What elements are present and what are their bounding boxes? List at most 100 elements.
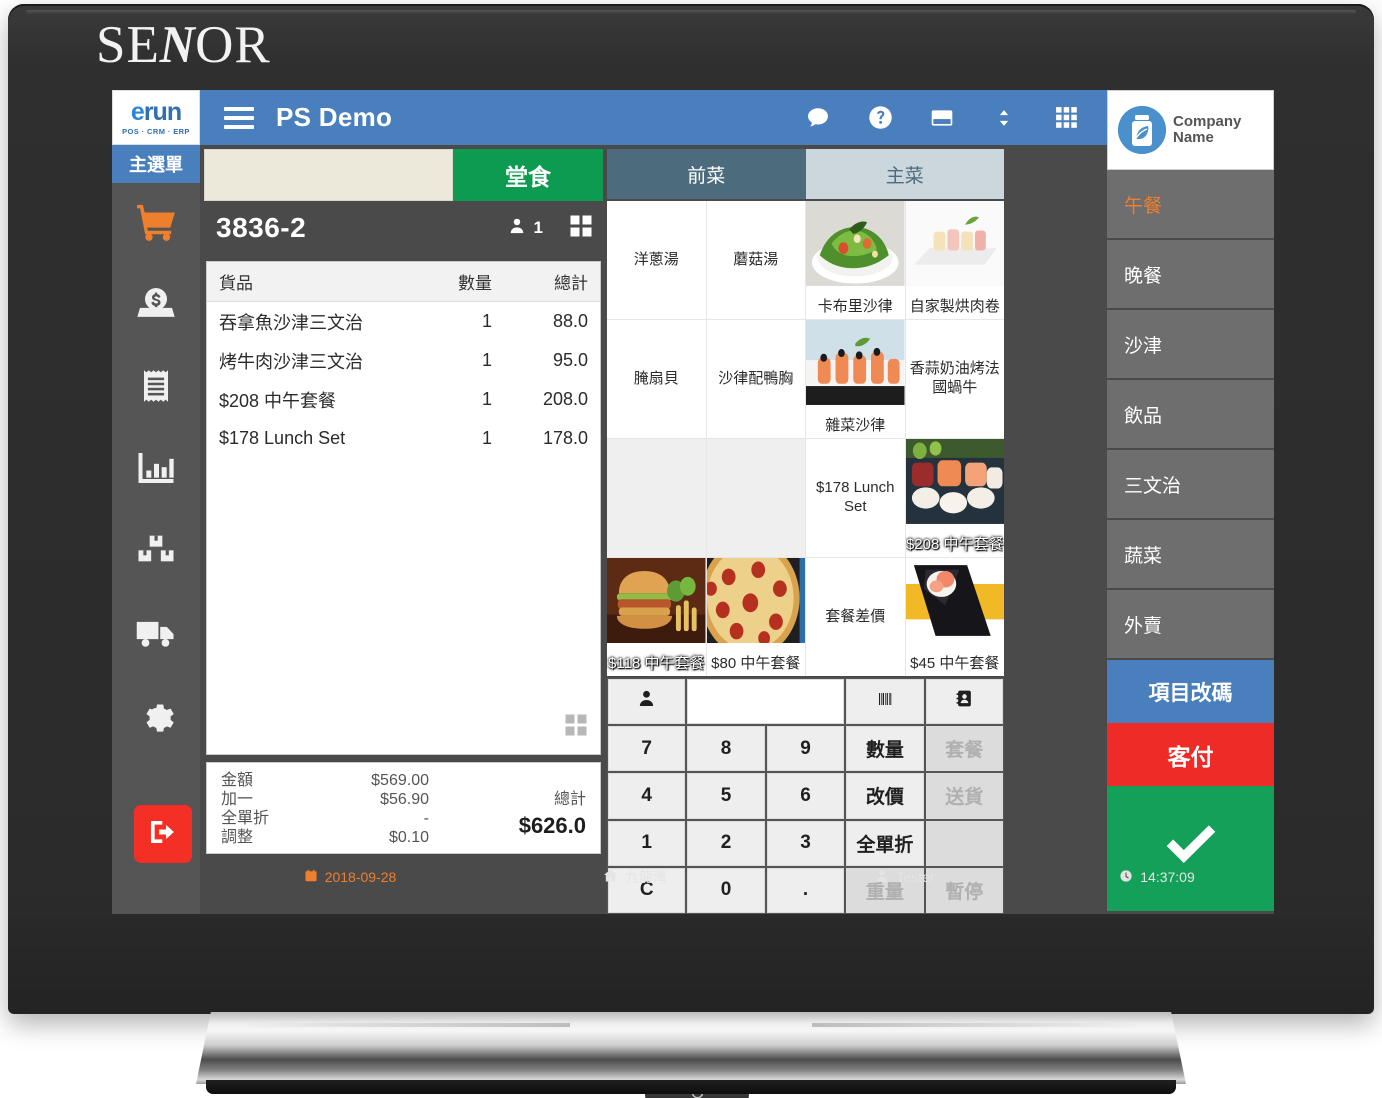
menu-item[interactable]: 蘑菇湯	[706, 201, 805, 319]
keypad-key-8[interactable]: 8	[687, 726, 765, 772]
nav-receipt-item[interactable]	[112, 347, 200, 429]
rail-item-drinks[interactable]: 飲品	[1107, 380, 1274, 450]
nav-cart-item[interactable]	[112, 183, 200, 265]
menu-item[interactable]: $80 中午套餐	[706, 558, 805, 676]
rail-item-takeaway[interactable]: 外賣	[1107, 590, 1274, 660]
menu-item-label: 雜菜沙律	[825, 417, 886, 435]
erun-wordmark: erun	[131, 99, 182, 125]
erun-logo[interactable]: erun POS · CRM · ERP	[112, 90, 200, 145]
person-icon	[508, 217, 526, 240]
menu-item[interactable]: $118 中午套餐	[607, 558, 706, 676]
nav-inventory-item[interactable]	[112, 511, 200, 593]
totals-row-discount: 全單折 -	[221, 809, 429, 828]
rail-item-lunch[interactable]: 午餐	[1107, 170, 1274, 240]
window-icon[interactable]	[927, 103, 957, 133]
guest-count[interactable]: 1	[508, 217, 543, 240]
menu-area: 前菜 主菜 洋蔥湯 蘑菇湯 卡布里沙律 自家製烘肉卷 腌扇貝 沙律配鴨胸 雜菜沙…	[607, 145, 1004, 914]
menu-item[interactable]: 卡布里沙律	[806, 201, 905, 319]
keypad-set-meal-button: 套餐	[925, 726, 1003, 772]
menu-item-thumbnail-temaki	[905, 558, 1004, 643]
menu-item[interactable]: 洋蔥湯	[607, 201, 706, 319]
status-user: Tester	[770, 869, 1040, 886]
menu-tab-bar: 前菜 主菜	[607, 145, 1004, 199]
table-row[interactable]: 吞拿魚沙津三文治 1 88.0	[207, 302, 600, 341]
company-name-line1: Company	[1173, 113, 1242, 131]
keypad-input-field[interactable]	[687, 679, 845, 725]
tab-dine-in[interactable]: 堂食	[453, 149, 603, 201]
keypad-change-price-button[interactable]: 改價	[846, 773, 924, 819]
menu-item-label: 卡布里沙律	[817, 298, 893, 316]
keypad-key-6[interactable]: 6	[766, 773, 845, 819]
customer-pay-button[interactable]: 客付	[1107, 723, 1274, 786]
keypad-address-book-button[interactable]	[925, 679, 1003, 725]
status-time: 14:37:09	[1040, 869, 1274, 886]
keypad-key-4[interactable]: 4	[608, 773, 686, 819]
totals-value-adjust: $0.10	[388, 829, 429, 846]
nav-delivery-item[interactable]	[112, 593, 200, 675]
nav-settings-item[interactable]	[112, 675, 200, 757]
senor-brand-logo: SE N OR	[96, 14, 356, 76]
rail-item-sandwich[interactable]: 三文治	[1107, 450, 1274, 520]
tab-appetizer[interactable]: 前菜	[607, 149, 806, 199]
totals-label-discount: 全單折	[221, 810, 270, 827]
keypad-quantity-button[interactable]: 數量	[846, 726, 924, 772]
item-recode-button[interactable]: 項目改碼	[1107, 660, 1274, 723]
status-time-value: 14:37:09	[1140, 869, 1195, 885]
menu-item[interactable]: 香蒜奶油烤法國蝸牛	[905, 320, 1004, 438]
menu-item[interactable]: $178 Lunch Set	[806, 439, 905, 557]
table-row[interactable]: $178 Lunch Set 1 178.0	[207, 419, 600, 458]
order-list-grid-icon[interactable]	[564, 713, 588, 742]
order-item-name: 烤牛肉沙津三文治	[219, 351, 363, 372]
order-item-qty: 1	[481, 311, 492, 331]
menu-item[interactable]: $45 中午套餐	[905, 558, 1004, 676]
menu-item-label: 自家製烘肉卷	[909, 298, 1000, 316]
order-item-total: 88.0	[552, 311, 588, 331]
company-name: Company Name	[1173, 114, 1241, 146]
menu-item-label: 香蒜奶油烤法國蝸牛	[909, 360, 1000, 396]
rail-item-dinner[interactable]: 晚餐	[1107, 240, 1274, 310]
tab-main-course[interactable]: 主菜	[805, 149, 1004, 199]
order-view-toggle-icon[interactable]	[569, 214, 593, 243]
keypad-customer-button[interactable]	[608, 679, 686, 725]
order-name-field[interactable]	[204, 149, 453, 201]
hamburger-menu-icon[interactable]	[224, 106, 254, 129]
menu-item-label: $80 中午套餐	[711, 655, 801, 673]
keypad-key-7[interactable]: 7	[608, 726, 686, 772]
totals-row-service: 加一 $56.90	[221, 790, 429, 809]
menu-item[interactable]: 雜菜沙律	[806, 320, 905, 438]
menu-item-thumbnail-meatroll	[905, 201, 1004, 286]
menu-item[interactable]: 自家製烘肉卷	[905, 201, 1004, 319]
address-book-icon	[955, 689, 974, 714]
apps-grid-icon[interactable]	[1051, 103, 1081, 133]
order-header: 3836-2 1	[200, 201, 607, 255]
menu-item-label: $45 中午套餐	[910, 655, 1000, 673]
chat-icon[interactable]	[803, 103, 833, 133]
rail-item-vegetable[interactable]: 蔬菜	[1107, 520, 1274, 590]
calendar-icon	[304, 869, 318, 886]
senor-logo-part2: OR	[195, 16, 271, 74]
logout-button[interactable]	[134, 805, 192, 863]
column-header-item: 貨品	[219, 274, 253, 293]
keypad-key-5[interactable]: 5	[687, 773, 765, 819]
company-logo-panel: Company Name	[1107, 90, 1274, 170]
main-menu-button[interactable]: 主選單	[112, 145, 200, 183]
menu-item[interactable]: $208 中午套餐	[905, 439, 1004, 557]
table-row[interactable]: $208 中午套餐 1 208.0	[207, 380, 600, 419]
rail-item-salad[interactable]: 沙津	[1107, 310, 1274, 380]
monitor-stand-lip	[206, 1080, 1176, 1094]
updown-icon[interactable]	[989, 103, 1019, 133]
table-row[interactable]: 烤牛肉沙津三文治 1 95.0	[207, 341, 600, 380]
nav-chart-item[interactable]	[112, 429, 200, 511]
menu-item[interactable]: 套餐差價	[806, 558, 905, 676]
order-item-total: 95.0	[552, 350, 588, 370]
order-item-total: 208.0	[542, 389, 588, 409]
keypad-key-9[interactable]: 9	[766, 726, 845, 772]
inventory-icon	[136, 530, 176, 575]
menu-item[interactable]: 腌扇貝	[607, 320, 706, 438]
help-icon[interactable]	[865, 103, 895, 133]
order-item-list: 貨品 數量 總計 吞拿魚沙津三文治 1 88.0 烤牛肉沙津三文治 1 95.0…	[206, 261, 601, 755]
totals-row-amount: 金額 $569.00	[221, 771, 429, 790]
menu-item[interactable]: 沙律配鴨胸	[706, 320, 805, 438]
nav-cash-item[interactable]	[112, 265, 200, 347]
keypad-barcode-button[interactable]	[846, 679, 924, 725]
